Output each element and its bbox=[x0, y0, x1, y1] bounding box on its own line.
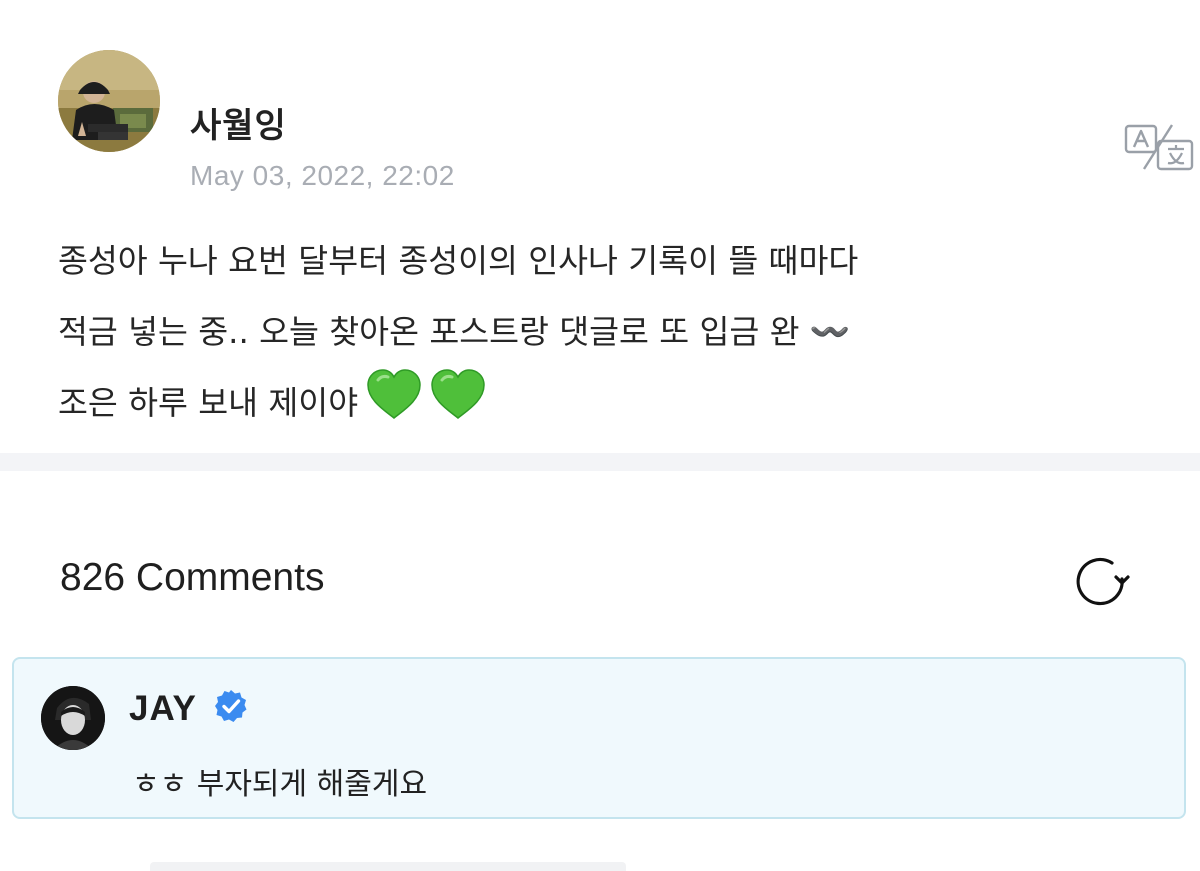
post-body-line-with-emoji: 조은 하루 보내 제이야 bbox=[58, 368, 1148, 445]
green-heart-icon bbox=[430, 368, 486, 445]
highlighted-comment[interactable]: JAY ㅎㅎ 부자되게 해줄게요 bbox=[12, 657, 1186, 819]
post-header: 사월잉 May 03, 2022, 22:02 bbox=[58, 50, 1194, 191]
green-heart-icon bbox=[366, 368, 422, 445]
verified-badge-icon bbox=[213, 688, 249, 724]
author-avatar[interactable] bbox=[58, 50, 160, 152]
section-divider bbox=[0, 453, 1200, 471]
refresh-comments-button[interactable] bbox=[1070, 553, 1132, 613]
comment-author-name[interactable]: JAY bbox=[129, 689, 197, 729]
comments-count: 826 Comments bbox=[60, 556, 325, 599]
post-timestamp: May 03, 2022, 22:02 bbox=[190, 160, 455, 191]
post-body: 종성아 누나 요번 달부터 종성이의 인사나 기록이 뜰 때마다 적금 넣는 중… bbox=[58, 226, 1148, 445]
user-photo-avatar-icon bbox=[58, 50, 160, 152]
comment-author-avatar[interactable] bbox=[41, 686, 105, 750]
post-detail-screen: 사월잉 May 03, 2022, 22:02 종성아 누나 요번 달부터 종성… bbox=[0, 0, 1200, 871]
artist-photo-avatar-icon bbox=[41, 686, 105, 750]
post-body-line: 종성아 누나 요번 달부터 종성이의 인사나 기록이 뜰 때마다 bbox=[58, 242, 859, 280]
post-author-name[interactable]: 사월잉 bbox=[190, 98, 287, 147]
translate-icon bbox=[1124, 124, 1194, 171]
translate-button[interactable] bbox=[1124, 123, 1196, 173]
refresh-icon bbox=[1076, 557, 1130, 606]
next-comment-preview bbox=[150, 862, 626, 871]
post-body-line: 적금 넣는 중.. 오늘 찾아온 포스트랑 댓글로 또 입금 완 〰️ bbox=[58, 313, 851, 351]
comment-text: ㅎㅎ 부자되게 해줄게요 bbox=[132, 767, 428, 802]
post-body-line: 조은 하루 보내 제이야 bbox=[58, 384, 359, 422]
